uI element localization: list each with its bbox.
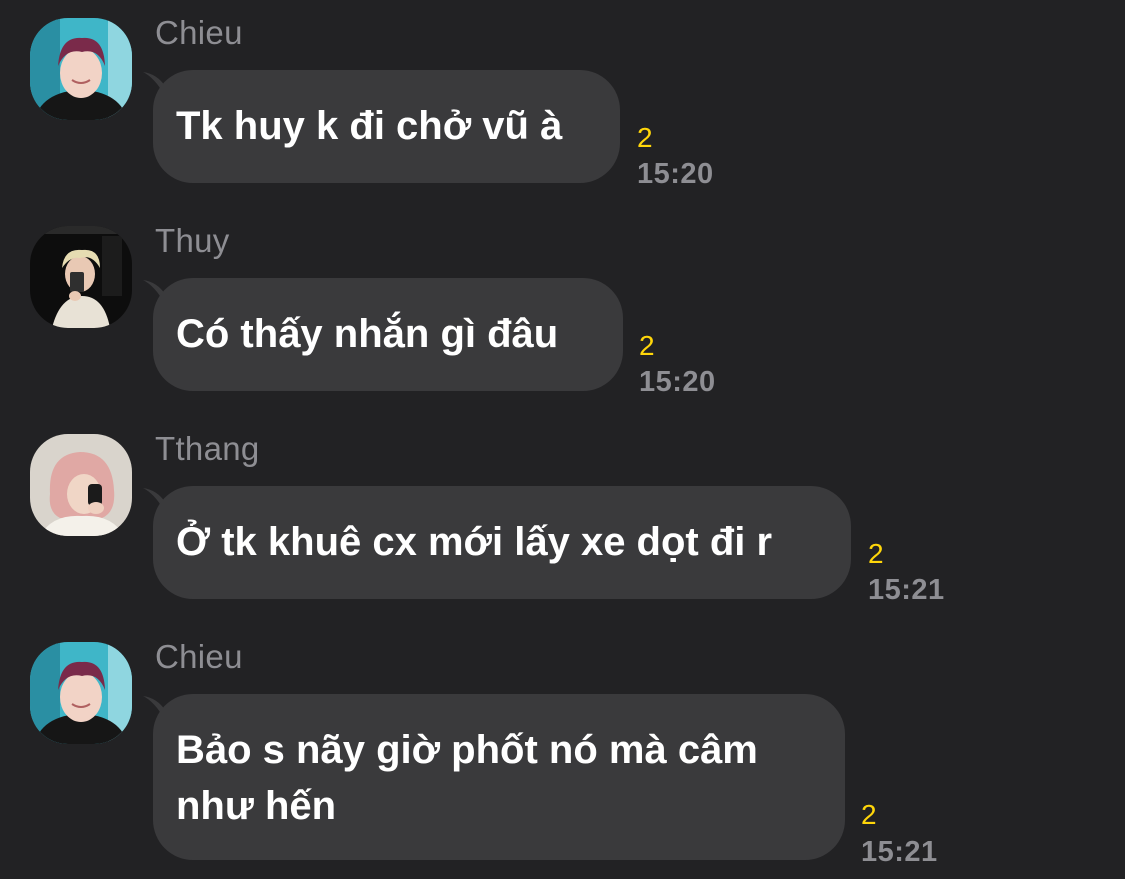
sender-avatar[interactable] [30,226,132,328]
message-bubble[interactable]: Bảo s nãy giờ phốt nó mà câm như hến [153,694,845,860]
sender-name: Chieu [155,14,243,51]
sender-avatar[interactable] [30,434,132,536]
message-time: 15:21 [868,574,945,606]
chat-thread: Chieu Tk huy k đi chở vũ à 2 15:20 Thuy [0,0,1125,879]
message-text-line: như hến [176,784,337,828]
message-bubble[interactable]: Có thấy nhắn gì đâu [153,278,623,391]
message-bubble[interactable]: Tk huy k đi chở vũ à [153,70,620,183]
message-time: 15:21 [861,836,938,868]
sender-avatar[interactable] [30,642,132,744]
message-text-line: Bảo s nãy giờ phốt nó mà câm [176,728,758,772]
message-text: Có thấy nhắn gì đâu [176,312,559,356]
read-count: 2 [868,538,884,569]
sender-name: Thuy [155,222,230,259]
read-count: 2 [637,122,653,153]
sender-name: Chieu [155,638,243,675]
message-time: 15:20 [639,366,716,398]
message-text: Ở tk khuê cx mới lấy xe dọt đi r [176,520,773,564]
message-bubble[interactable]: Ở tk khuê cx mới lấy xe dọt đi r [153,486,851,599]
sender-name: Tthang [155,430,260,467]
message-time: 15:20 [637,158,714,190]
read-count: 2 [861,799,877,830]
sender-avatar[interactable] [30,18,132,120]
read-count: 2 [639,330,655,361]
message-text: Tk huy k đi chở vũ à [176,104,563,148]
